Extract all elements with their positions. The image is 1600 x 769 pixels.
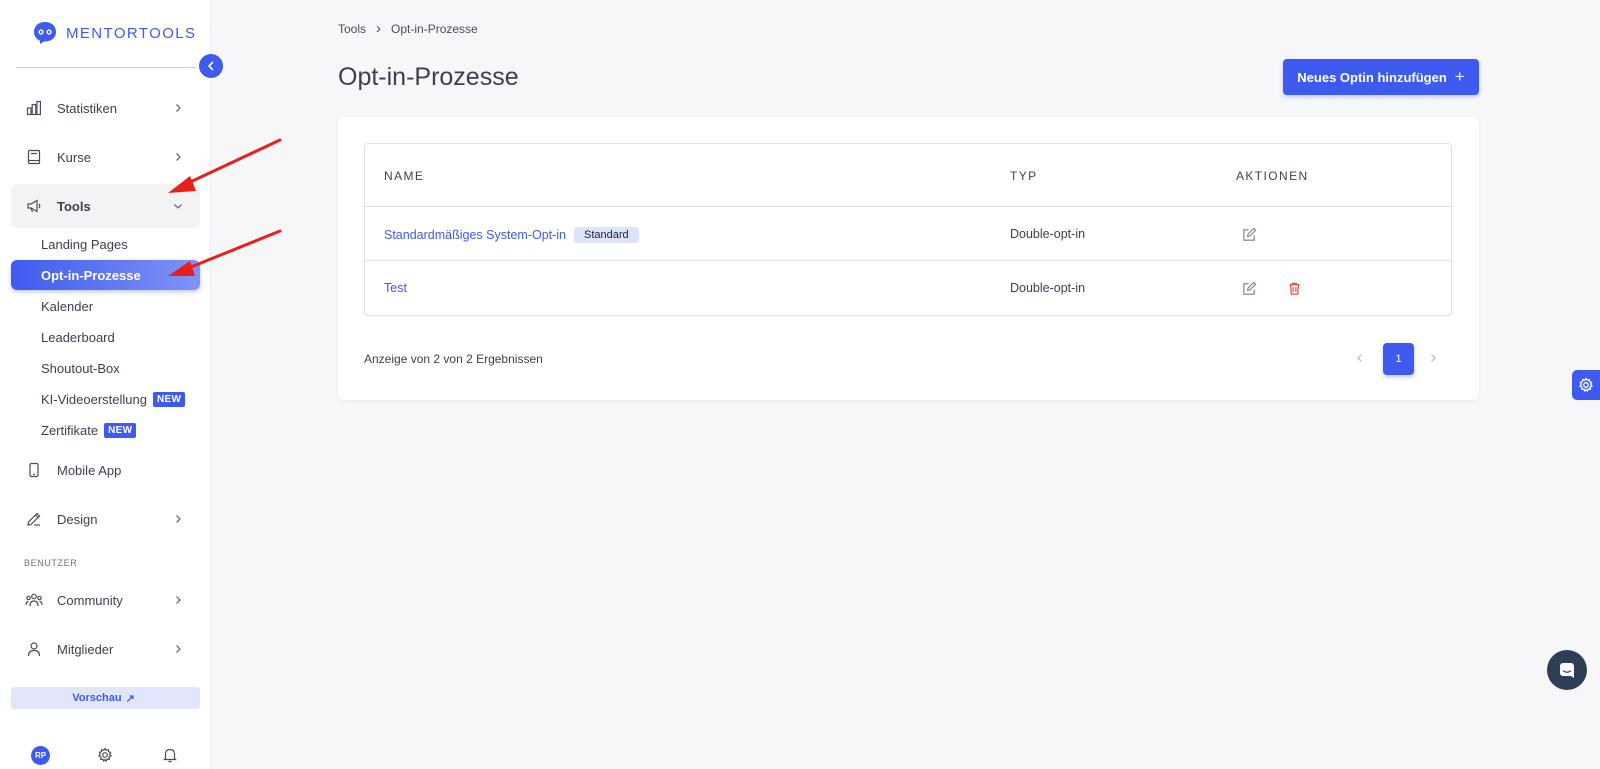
bell-icon[interactable] xyxy=(161,746,179,764)
sidebar-item-mobile-app[interactable]: Mobile App xyxy=(11,448,200,492)
chevron-left-icon xyxy=(208,61,214,71)
chevron-left-icon xyxy=(1357,354,1362,362)
megaphone-icon xyxy=(25,197,43,215)
sidebar-item-label: Community xyxy=(57,592,123,608)
sidebar-item-label: Tools xyxy=(57,198,91,214)
chevron-right-icon xyxy=(170,641,186,657)
chat-icon xyxy=(1560,663,1574,678)
sidebar-subitem-label: KI-Videoerstellung xyxy=(41,391,147,407)
preview-button[interactable]: Vorschau ↗ xyxy=(11,687,200,709)
add-optin-button[interactable]: Neues Optin hinzufügen + xyxy=(1283,59,1479,95)
sidebar-item-tools[interactable]: Tools xyxy=(11,184,200,228)
page-title: Opt-in-Prozesse xyxy=(338,63,519,91)
phone-icon xyxy=(25,461,43,479)
sidebar-item-label: Statistiken xyxy=(57,100,117,116)
breadcrumb: Tools › Opt-in-Prozesse xyxy=(338,20,478,37)
sidebar-subitem-opt-in-prozesse[interactable]: Opt-in-Prozesse xyxy=(11,260,200,290)
optin-name-link[interactable]: Test xyxy=(384,281,407,295)
optin-name-link[interactable]: Standardmäßiges System-Opt-in xyxy=(384,228,566,242)
logo-text: MENTORTOOLS xyxy=(66,24,197,42)
sidebar-subitem-leaderboard[interactable]: Leaderboard xyxy=(11,322,200,352)
chevron-right-icon xyxy=(170,149,186,165)
user-icon xyxy=(25,640,43,658)
column-header-name: NAME xyxy=(384,169,425,183)
collapse-sidebar-button[interactable] xyxy=(199,54,223,78)
sidebar-subitem-label: Shoutout-Box xyxy=(41,360,120,376)
avatar[interactable]: RP xyxy=(31,746,50,765)
logo-icon xyxy=(34,22,56,44)
sidebar-item-label: Mitglieder xyxy=(57,641,114,657)
external-link-icon: ↗ xyxy=(125,692,135,705)
plus-icon: + xyxy=(1454,67,1465,86)
bar-chart-icon xyxy=(25,99,43,117)
edit-icon[interactable] xyxy=(1239,224,1259,244)
settings-gear-icon[interactable] xyxy=(96,746,114,764)
add-optin-button-label: Neues Optin hinzufügen xyxy=(1297,69,1447,85)
breadcrumb-current: Opt-in-Prozesse xyxy=(391,21,478,36)
chat-launcher-button[interactable] xyxy=(1547,650,1587,690)
breadcrumb-separator-icon: › xyxy=(376,20,382,37)
gear-icon xyxy=(1579,377,1593,393)
optins-table: NAME TYP AKTIONEN Standardmäßiges System… xyxy=(364,143,1452,316)
new-badge: NEW xyxy=(104,422,137,438)
table-row: Standardmäßiges System-Opt-in Standard D… xyxy=(365,207,1451,261)
sidebar-subitem-label: Leaderboard xyxy=(41,329,115,345)
edit-icon[interactable] xyxy=(1239,278,1259,298)
standard-badge: Standard xyxy=(574,227,639,243)
pagination-page-button[interactable]: 1 xyxy=(1383,343,1414,375)
sidebar-subitem-zertifikate[interactable]: Zertifikate NEW xyxy=(11,415,200,445)
logo[interactable]: MENTORTOOLS xyxy=(32,20,196,46)
breadcrumb-tools-link[interactable]: Tools xyxy=(338,22,366,36)
optin-type-cell: Double-opt-in xyxy=(1010,281,1086,295)
sidebar-item-kurse[interactable]: Kurse xyxy=(11,135,200,179)
sidebar-subitem-label: Zertifikate xyxy=(41,422,99,438)
sidebar-subitem-label: Landing Pages xyxy=(41,236,128,252)
results-summary: Anzeige von 2 von 2 Ergebnissen xyxy=(364,352,543,366)
pagination-next-button[interactable] xyxy=(1423,348,1443,368)
chevron-right-icon xyxy=(170,592,186,608)
table-header-row: NAME TYP AKTIONEN xyxy=(365,144,1451,207)
pencil-icon xyxy=(25,510,43,528)
chevron-down-icon xyxy=(170,198,186,214)
chevron-right-icon xyxy=(170,100,186,116)
sidebar-item-design[interactable]: Design xyxy=(11,497,200,541)
sidebar-subitem-label: Kalender xyxy=(41,298,94,314)
sidebar-subitem-landing-pages[interactable]: Landing Pages xyxy=(11,229,200,259)
sidebar-item-statistiken[interactable]: Statistiken xyxy=(11,86,200,130)
new-badge: NEW xyxy=(153,391,186,407)
sidebar-item-label: Mobile App xyxy=(57,462,122,478)
optin-type-cell: Double-opt-in xyxy=(1010,227,1086,241)
book-icon xyxy=(25,148,43,166)
sidebar-subitem-ki-videoerstellung[interactable]: KI-Videoerstellung NEW xyxy=(11,384,200,414)
sidebar-item-mitglieder[interactable]: Mitglieder xyxy=(11,627,200,671)
sidebar-item-label: Design xyxy=(57,511,98,527)
pagination-prev-button[interactable] xyxy=(1350,348,1370,368)
sidebar-subitem-shoutout-box[interactable]: Shoutout-Box xyxy=(11,353,200,383)
preview-label: Vorschau xyxy=(72,692,122,704)
table-row: Test Double-opt-in xyxy=(365,261,1451,315)
optin-name-cell: Test xyxy=(384,281,407,295)
optin-name-cell: Standardmäßiges System-Opt-in Standard xyxy=(384,227,639,243)
sidebar-subitem-label: Opt-in-Prozesse xyxy=(41,267,141,283)
users-icon xyxy=(25,591,43,609)
sidebar-divider xyxy=(16,67,197,68)
floating-settings-button[interactable] xyxy=(1572,370,1600,400)
sidebar-subitem-kalender[interactable]: Kalender xyxy=(11,291,200,321)
optins-card: NAME TYP AKTIONEN Standardmäßiges System… xyxy=(338,117,1479,400)
column-header-actions: AKTIONEN xyxy=(1236,169,1309,183)
trash-icon[interactable] xyxy=(1284,278,1304,298)
chevron-right-icon xyxy=(1431,354,1436,362)
sidebar: MENTORTOOLS Statistiken Kurse Tools Land… xyxy=(0,0,223,769)
column-header-type: TYP xyxy=(1010,169,1038,183)
sidebar-item-label: Kurse xyxy=(57,149,91,165)
section-label-benutzer: BENUTZER xyxy=(24,558,78,568)
sidebar-item-community[interactable]: Community xyxy=(11,578,200,622)
chevron-right-icon xyxy=(170,511,186,527)
